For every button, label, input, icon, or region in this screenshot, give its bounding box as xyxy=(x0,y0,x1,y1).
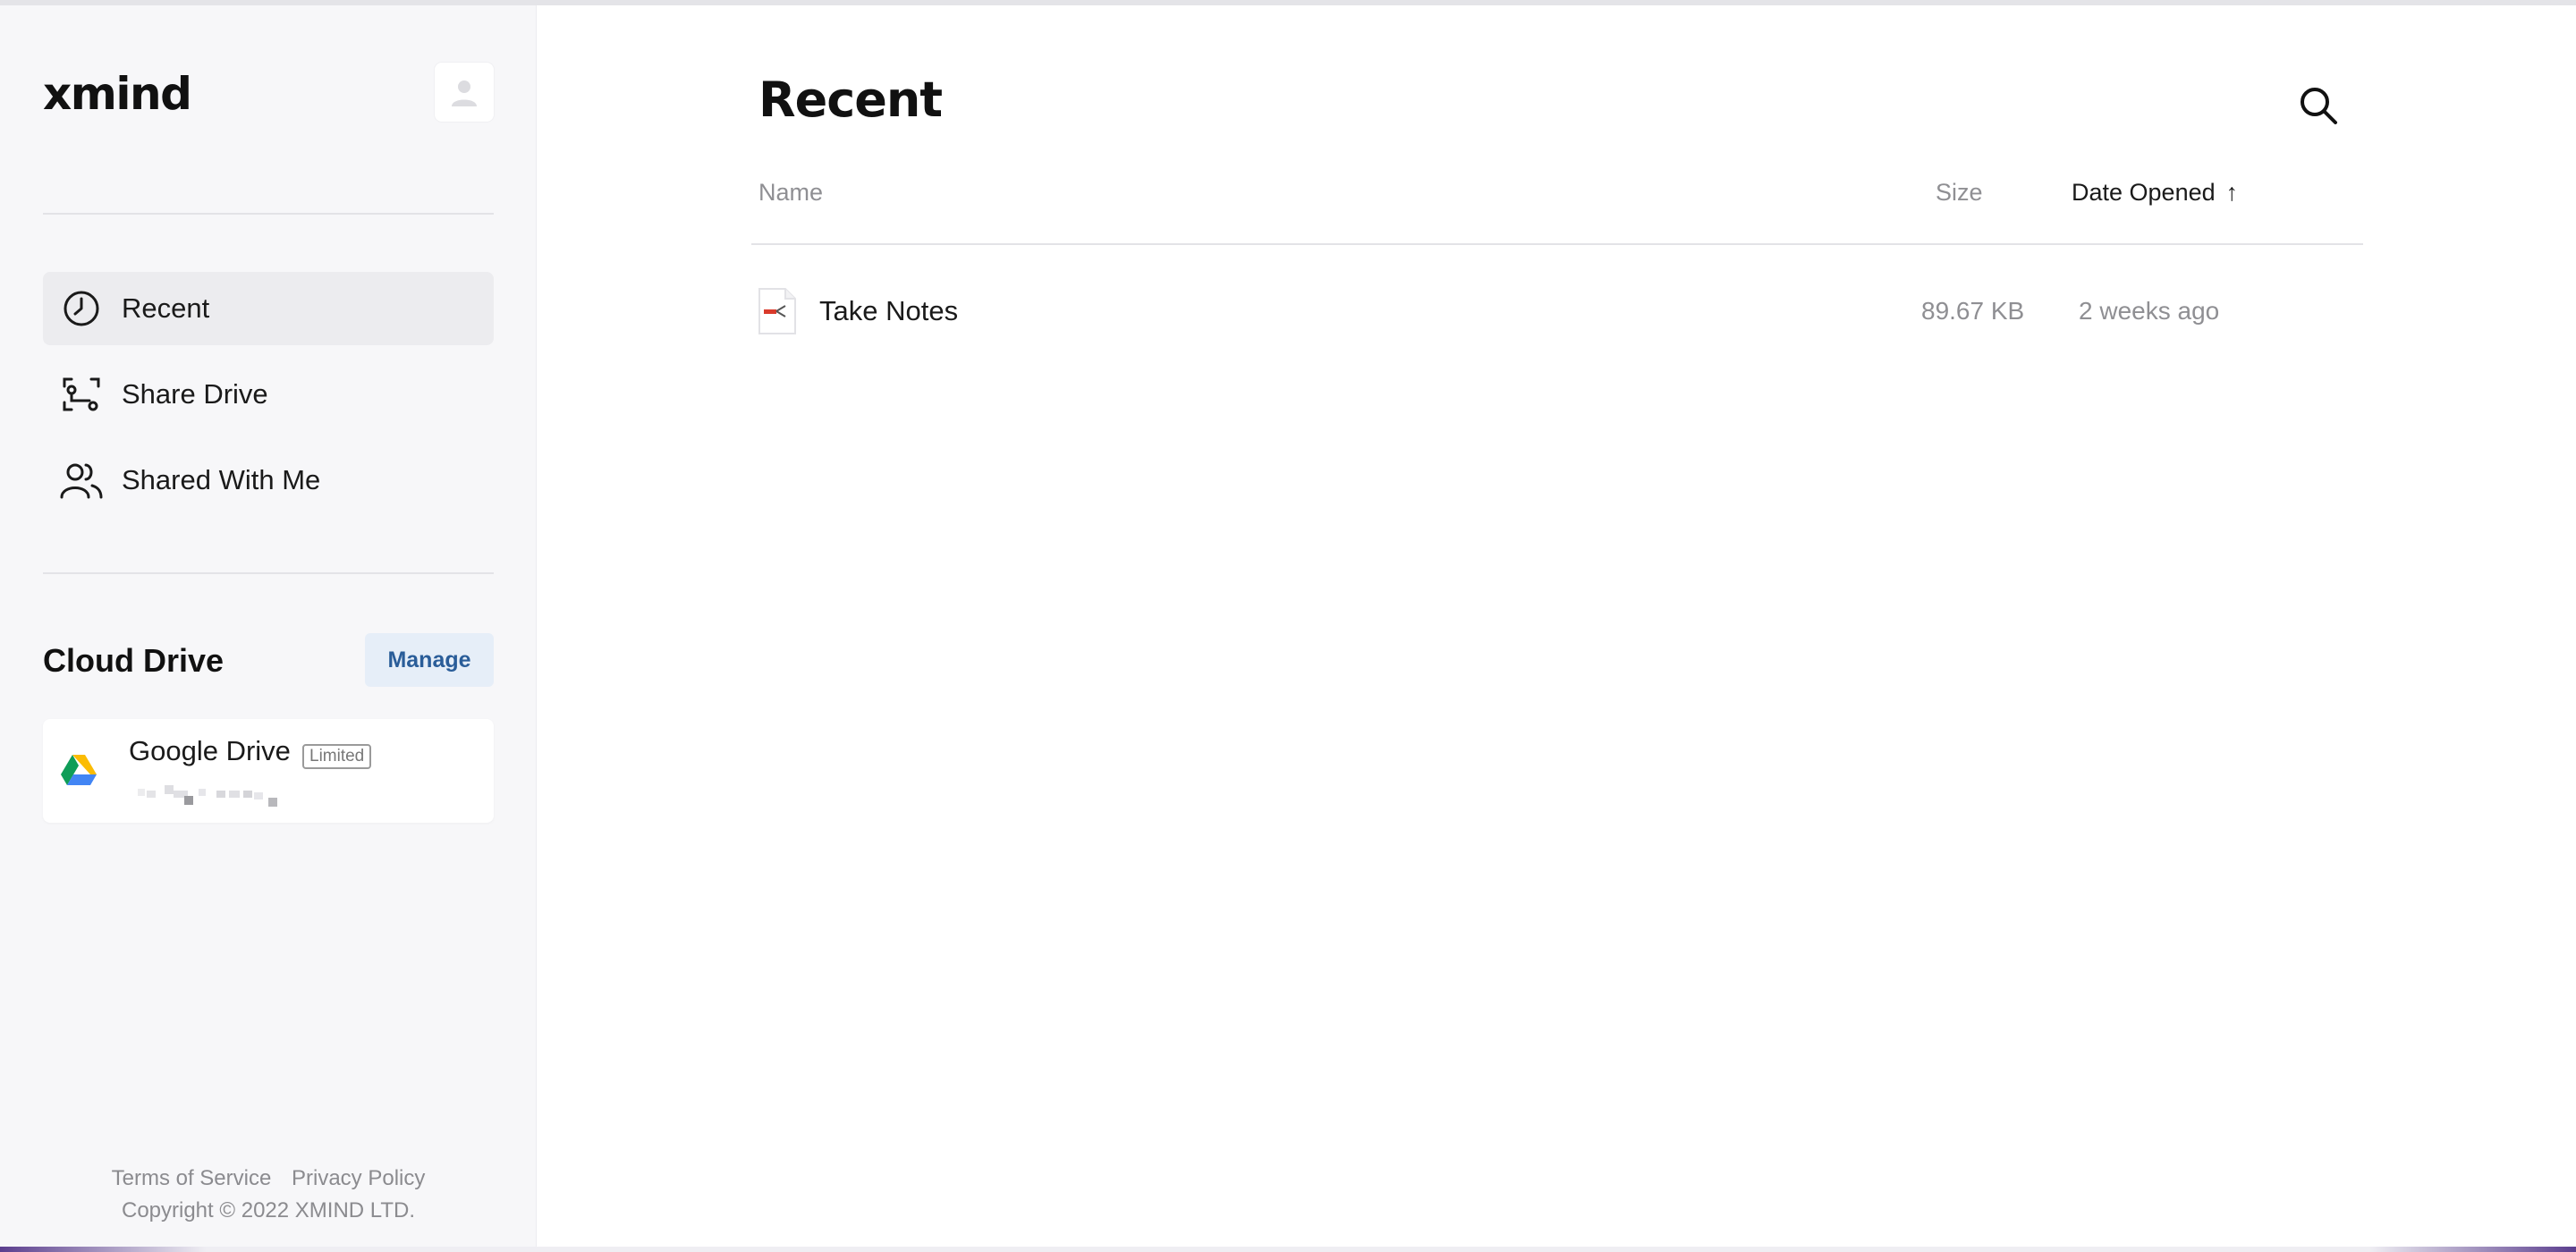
column-header-name[interactable]: Name xyxy=(758,179,823,207)
footer-links: Terms of Service Privacy Policy xyxy=(0,1166,537,1191)
sidebar-item-label: Shared With Me xyxy=(122,464,321,495)
search-button[interactable] xyxy=(2292,79,2345,132)
sidebar-item-label: Recent xyxy=(122,292,210,324)
sidebar-divider xyxy=(43,213,494,215)
sidebar: xmind Recent Share Drive Shared With Me … xyxy=(0,5,537,1247)
sidebar-item-recent[interactable]: Recent xyxy=(43,272,494,345)
table-header-divider xyxy=(751,243,2363,245)
copyright: Copyright © 2022 XMIND LTD. xyxy=(121,1198,416,1222)
manage-button[interactable]: Manage xyxy=(365,633,494,687)
window-bottom-edge xyxy=(0,1247,2576,1252)
redacted-email xyxy=(138,785,277,807)
user-icon xyxy=(452,80,477,106)
google-drive-name: Google Drive xyxy=(129,735,291,766)
sidebar-item-share-drive[interactable]: Share Drive xyxy=(43,358,494,431)
sidebar-item-label: Share Drive xyxy=(122,378,268,410)
google-drive-icon xyxy=(61,753,97,790)
file-size: 89.67 KB xyxy=(1921,297,2025,325)
file-name: Take Notes xyxy=(819,295,959,326)
google-drive-account[interactable]: Google Drive Limited xyxy=(43,719,494,823)
column-header-size[interactable]: Size xyxy=(1936,179,1983,207)
terms-of-service-link[interactable]: Terms of Service xyxy=(112,1166,272,1190)
share-drive-icon xyxy=(57,370,106,419)
column-header-label: Date Opened xyxy=(2072,179,2216,206)
sort-ascending-icon: ↑ xyxy=(2225,179,2239,206)
page-title: Recent xyxy=(758,72,943,128)
cloud-drive-title: Cloud Drive xyxy=(43,642,225,679)
privacy-policy-link[interactable]: Privacy Policy xyxy=(292,1166,425,1190)
xmind-logo[interactable]: xmind xyxy=(43,68,192,120)
avatar[interactable] xyxy=(435,63,494,122)
column-header-date-opened[interactable]: Date Opened ↑ xyxy=(2072,179,2238,207)
limited-badge: Limited xyxy=(302,744,372,769)
sidebar-item-shared-with-me[interactable]: Shared With Me xyxy=(43,444,494,517)
search-icon xyxy=(2301,88,2337,124)
sidebar-divider xyxy=(43,572,494,574)
xmind-file-icon xyxy=(757,286,798,341)
people-icon xyxy=(57,456,106,504)
clock-icon xyxy=(57,284,106,333)
table-row[interactable]: Take Notes 89.67 KB 2 weeks ago xyxy=(751,277,2363,345)
file-date-opened: 2 weeks ago xyxy=(2079,297,2220,325)
